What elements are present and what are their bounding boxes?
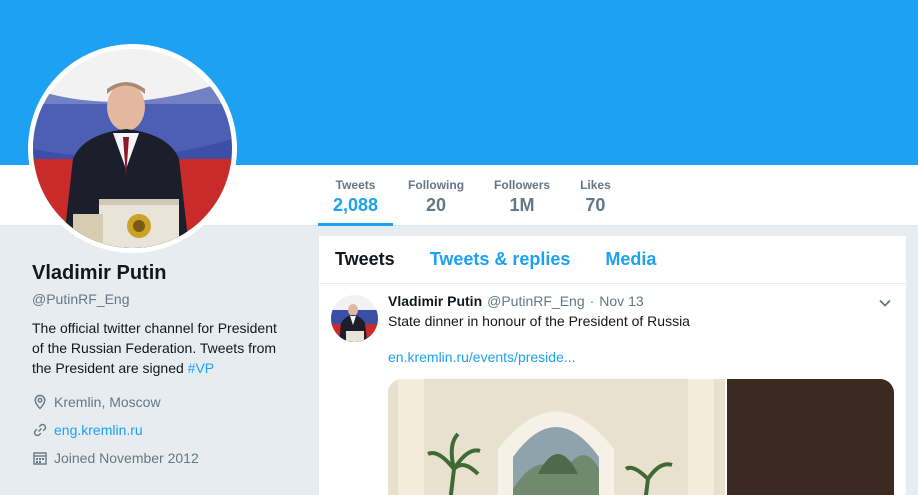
profile-avatar[interactable] bbox=[28, 44, 237, 253]
dinner-hall-image bbox=[388, 379, 725, 495]
tweet-media[interactable] bbox=[388, 379, 894, 495]
tweet-text: State dinner in honour of the President … bbox=[388, 313, 690, 329]
tweet-date[interactable]: Nov 13 bbox=[599, 293, 643, 309]
stat-followers[interactable]: Followers 1M bbox=[479, 165, 565, 226]
joined-text: Joined November 2012 bbox=[54, 450, 199, 466]
bio-text: The official twitter channel for Preside… bbox=[32, 320, 277, 376]
stat-label: Following bbox=[408, 178, 465, 192]
chevron-down-icon[interactable] bbox=[878, 296, 892, 310]
map-pin-icon bbox=[34, 394, 46, 410]
profile-name[interactable]: Vladimir Putin bbox=[32, 262, 292, 285]
tweet-author-handle[interactable]: @PutinRF_Eng bbox=[487, 293, 584, 309]
stat-value: 2,088 bbox=[333, 195, 379, 215]
tweet-author-name[interactable]: Vladimir Putin bbox=[388, 293, 482, 309]
tweet-avatar-image bbox=[331, 295, 378, 342]
stat-value: 70 bbox=[585, 195, 606, 215]
stat-tweets[interactable]: Tweets 2,088 bbox=[318, 165, 394, 226]
tab-media[interactable]: Media bbox=[605, 249, 656, 270]
stat-value: 1M bbox=[509, 195, 535, 215]
link-icon bbox=[33, 423, 47, 437]
stat-label: Followers bbox=[494, 178, 551, 192]
stat-likes[interactable]: Likes 70 bbox=[565, 165, 626, 226]
calendar-icon bbox=[33, 452, 47, 465]
tab-tweets[interactable]: Tweets bbox=[335, 249, 395, 270]
stat-label: Tweets bbox=[335, 178, 376, 192]
avatar-image bbox=[33, 49, 232, 248]
tab-tweets-and-replies[interactable]: Tweets & replies bbox=[430, 249, 571, 270]
tweet-separator: · bbox=[589, 293, 595, 309]
profile-card: Vladimir Putin @PutinRF_Eng The official… bbox=[32, 262, 292, 467]
tweet-header: Vladimir Putin @PutinRF_Eng · Nov 13 bbox=[388, 293, 894, 309]
media-image-dinner-hall[interactable] bbox=[388, 379, 725, 495]
media-image-second[interactable] bbox=[725, 379, 894, 495]
profile-location: Kremlin, Moscow bbox=[32, 393, 292, 411]
profile-website: eng.kremlin.ru bbox=[32, 421, 292, 439]
stat-following[interactable]: Following 20 bbox=[393, 165, 479, 226]
tweet-link[interactable]: en.kremlin.ru/events/preside... bbox=[388, 349, 894, 365]
profile-bio: The official twitter channel for Preside… bbox=[32, 318, 292, 378]
bio-hashtag-link[interactable]: #VP bbox=[188, 360, 214, 376]
stat-value: 20 bbox=[426, 195, 447, 215]
location-text: Kremlin, Moscow bbox=[54, 394, 161, 410]
profile-stats: Tweets 2,088 Following 20 Followers 1M L… bbox=[318, 165, 626, 226]
timeline-tabs: Tweets Tweets & replies Media bbox=[319, 236, 906, 284]
stat-label: Likes bbox=[580, 178, 611, 192]
tweet[interactable]: Vladimir Putin @PutinRF_Eng · Nov 13 Sta… bbox=[319, 284, 906, 495]
website-link[interactable]: eng.kremlin.ru bbox=[54, 422, 143, 438]
profile-handle[interactable]: @PutinRF_Eng bbox=[32, 291, 292, 307]
tweet-avatar[interactable] bbox=[331, 295, 378, 342]
profile-joined: Joined November 2012 bbox=[32, 449, 292, 467]
timeline-panel: Tweets Tweets & replies Media Vladimir P… bbox=[319, 236, 906, 495]
